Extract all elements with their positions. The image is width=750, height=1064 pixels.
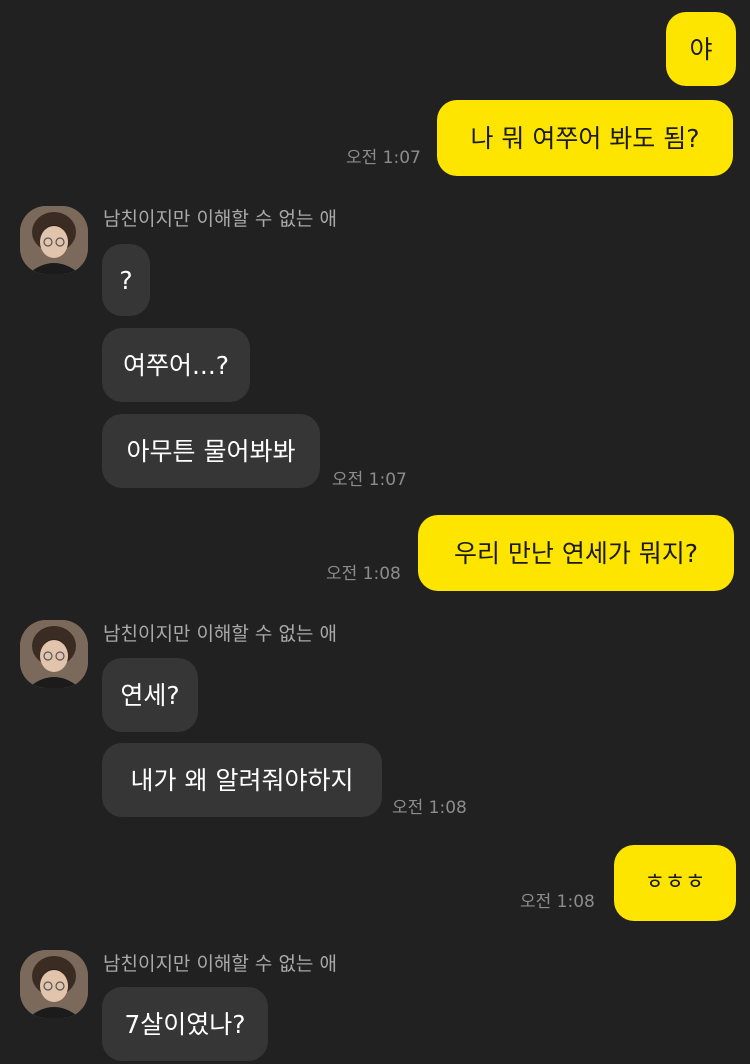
message-text: 내가 왜 알려줘야하지 [130, 765, 354, 795]
my-message-bubble[interactable]: 우리 만난 연세가 뭐지? [418, 515, 734, 591]
avatar-image [20, 620, 88, 688]
message-text: 우리 만난 연세가 뭐지? [453, 538, 699, 568]
sender-name: 남친이지만 이해할 수 없는 애 [103, 623, 337, 645]
my-message-bubble[interactable]: 나 뭐 여쭈어 봐도 됨? [437, 100, 733, 176]
their-message-bubble[interactable]: 내가 왜 알려줘야하지 [102, 743, 382, 817]
message-timestamp: 오전 1:07 [346, 148, 421, 168]
message-timestamp: 오전 1:08 [392, 798, 467, 818]
message-text: 여쭈어...? [122, 350, 230, 380]
their-message-bubble[interactable]: 여쭈어...? [102, 328, 250, 402]
my-message-bubble[interactable]: 야 [666, 12, 736, 86]
contact-avatar[interactable] [20, 620, 88, 688]
message-timestamp: 오전 1:08 [520, 892, 595, 912]
contact-avatar[interactable] [20, 206, 88, 274]
message-text: 연세? [120, 680, 180, 710]
sender-name: 남친이지만 이해할 수 없는 애 [103, 208, 337, 230]
their-message-bubble[interactable]: 연세? [102, 658, 198, 732]
their-message-bubble[interactable]: ? [102, 244, 150, 316]
message-timestamp: 오전 1:07 [332, 470, 407, 490]
their-message-bubble[interactable]: 7살이였나? [102, 987, 268, 1061]
message-text: 아무튼 물어봐봐 [126, 436, 296, 466]
my-message-bubble[interactable]: ㅎㅎㅎ [614, 845, 736, 921]
contact-avatar[interactable] [20, 950, 88, 1018]
message-text: 7살이였나? [124, 1009, 246, 1039]
message-timestamp: 오전 1:08 [326, 564, 401, 584]
sender-name: 남친이지만 이해할 수 없는 애 [103, 953, 337, 975]
message-text: 나 뭐 여쭈어 봐도 됨? [470, 123, 700, 153]
avatar-image [20, 206, 88, 274]
message-text: ? [119, 265, 133, 295]
their-message-bubble[interactable]: 아무튼 물어봐봐 [102, 414, 320, 488]
message-text: ㅎㅎㅎ [644, 870, 706, 895]
message-text: 야 [689, 34, 713, 64]
avatar-image [20, 950, 88, 1018]
